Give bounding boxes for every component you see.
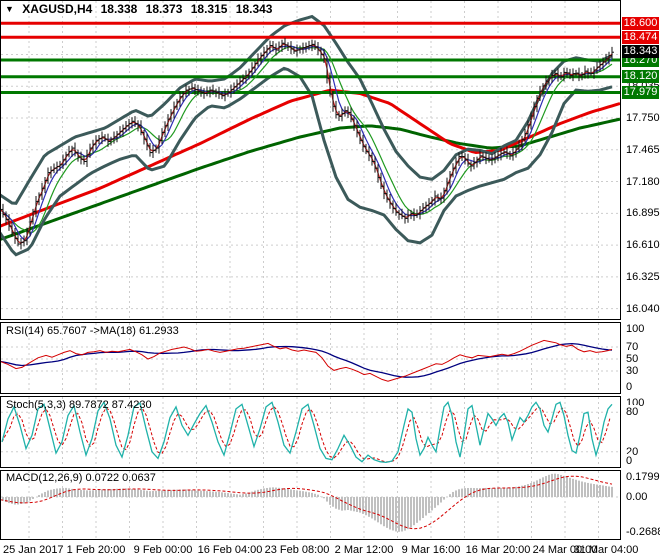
trading-chart-window: ▼ XAGUSD,H4 18.338 18.373 18.315 18.343 …	[0, 0, 660, 560]
time-tick-label: 16 Feb 04:00	[197, 544, 263, 556]
resistance-level-label: 18.600	[622, 16, 659, 30]
macd-indicator-label: MACD(12,26,9) 0.0722 0.0637	[6, 472, 156, 484]
indicator-scale-label: 0	[625, 454, 634, 468]
indicator-scale-label: 0.1799	[625, 470, 660, 484]
time-tick-label: 9 Mar 16:00	[401, 544, 461, 556]
indicator-scale-label: -0.2688	[625, 524, 660, 539]
open-price: 18.338	[100, 2, 138, 16]
price-tick-label: 16.040	[625, 301, 660, 316]
time-tick-label: 9 Feb 00:00	[133, 544, 193, 556]
price-tick-label: 17.750	[625, 111, 660, 125]
indicator-scale-label: 30	[625, 364, 640, 378]
time-tick-label: 31 Mar 04:00	[573, 544, 639, 556]
symbol-period-label: XAGUSD,H4	[22, 2, 93, 16]
price-tick-label: 16.610	[625, 238, 660, 253]
support-level-label: 17.979	[622, 85, 659, 99]
current-price-label: 18.343	[622, 45, 659, 59]
symbol-dropdown-icon[interactable]: ▼	[5, 4, 14, 14]
resistance-level-label: 18.474	[622, 30, 659, 44]
support-level-label: 18.120	[622, 70, 659, 84]
price-tick-label: 17.465	[625, 142, 660, 157]
price-tick-label: 16.895	[625, 206, 660, 221]
chart-title: ▼ XAGUSD,H4 18.338 18.373 18.315 18.343	[5, 2, 277, 16]
indicator-scale-label: 0	[625, 380, 634, 394]
main-chart-panel[interactable]	[0, 0, 660, 320]
time-tick-label: 25 Jan 2017	[3, 544, 64, 556]
indicator-scale-label: 100	[625, 322, 646, 336]
high-price: 18.373	[145, 2, 183, 16]
close-price: 18.343	[235, 2, 273, 16]
price-tick-label: 17.180	[625, 174, 660, 189]
rsi-indicator-label: RSI(14) 65.7607 ->MA(18) 61.2933	[6, 325, 179, 337]
time-tick-label: 2 Mar 12:00	[334, 544, 394, 556]
indicator-scale-label: 0.00	[625, 490, 649, 504]
time-tick-label: 23 Feb 08:00	[264, 544, 330, 556]
time-tick-label: 1 Feb 20:00	[66, 544, 126, 556]
price-tick-label: 16.325	[625, 269, 660, 284]
low-price: 18.315	[190, 2, 228, 16]
indicator-scale-label: 80	[625, 405, 640, 420]
stoch-indicator-label: Stoch(5,3,3) 89.7872 87.4230	[6, 399, 152, 411]
time-tick-label: 16 Mar 20:00	[465, 544, 531, 556]
